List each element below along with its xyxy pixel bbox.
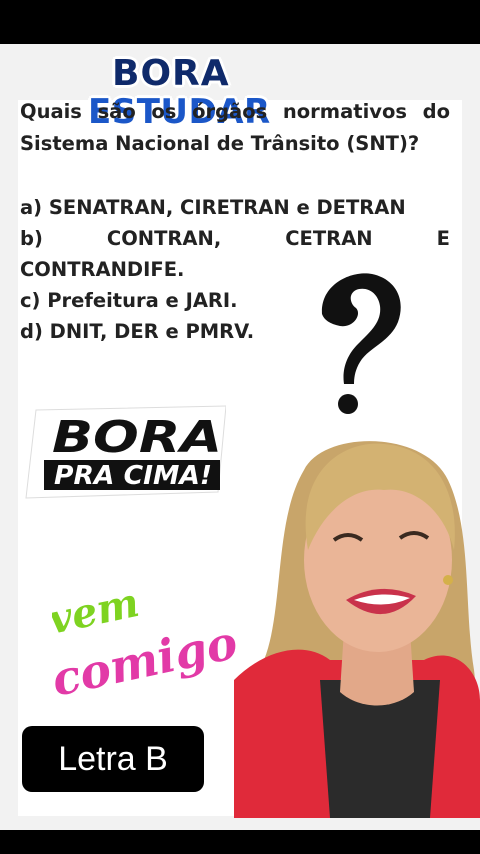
badge-line-1: BORA [52, 412, 222, 463]
sticker-line-1: vem [52, 586, 143, 644]
option-b: b) CONTRAN, CETRAN E [20, 223, 450, 254]
option-b-part: E [436, 227, 450, 250]
badge-line-2: PRA CIMA! [54, 461, 212, 491]
option-a: a) SENATRAN, CIRETRAN e DETRAN [20, 196, 406, 219]
bora-pra-cima-badge: BORA PRA CIMA! [25, 405, 226, 499]
option-b-part: b) [20, 227, 43, 250]
presenter-image [234, 441, 480, 818]
option-b-part: CONTRAN, [106, 227, 222, 250]
option-b-part: CETRAN [285, 227, 373, 250]
bottom-black-bar [0, 830, 480, 854]
answer-letra-b-button[interactable]: Letra B [22, 726, 204, 792]
question-mark-icon [321, 273, 401, 414]
vem-comigo-sticker: vem comigo [52, 586, 242, 706]
question-text: Quais são os órgãos normativos do Sistem… [20, 100, 450, 155]
logo-line-1: BORA [112, 53, 230, 94]
top-black-bar [0, 0, 480, 44]
